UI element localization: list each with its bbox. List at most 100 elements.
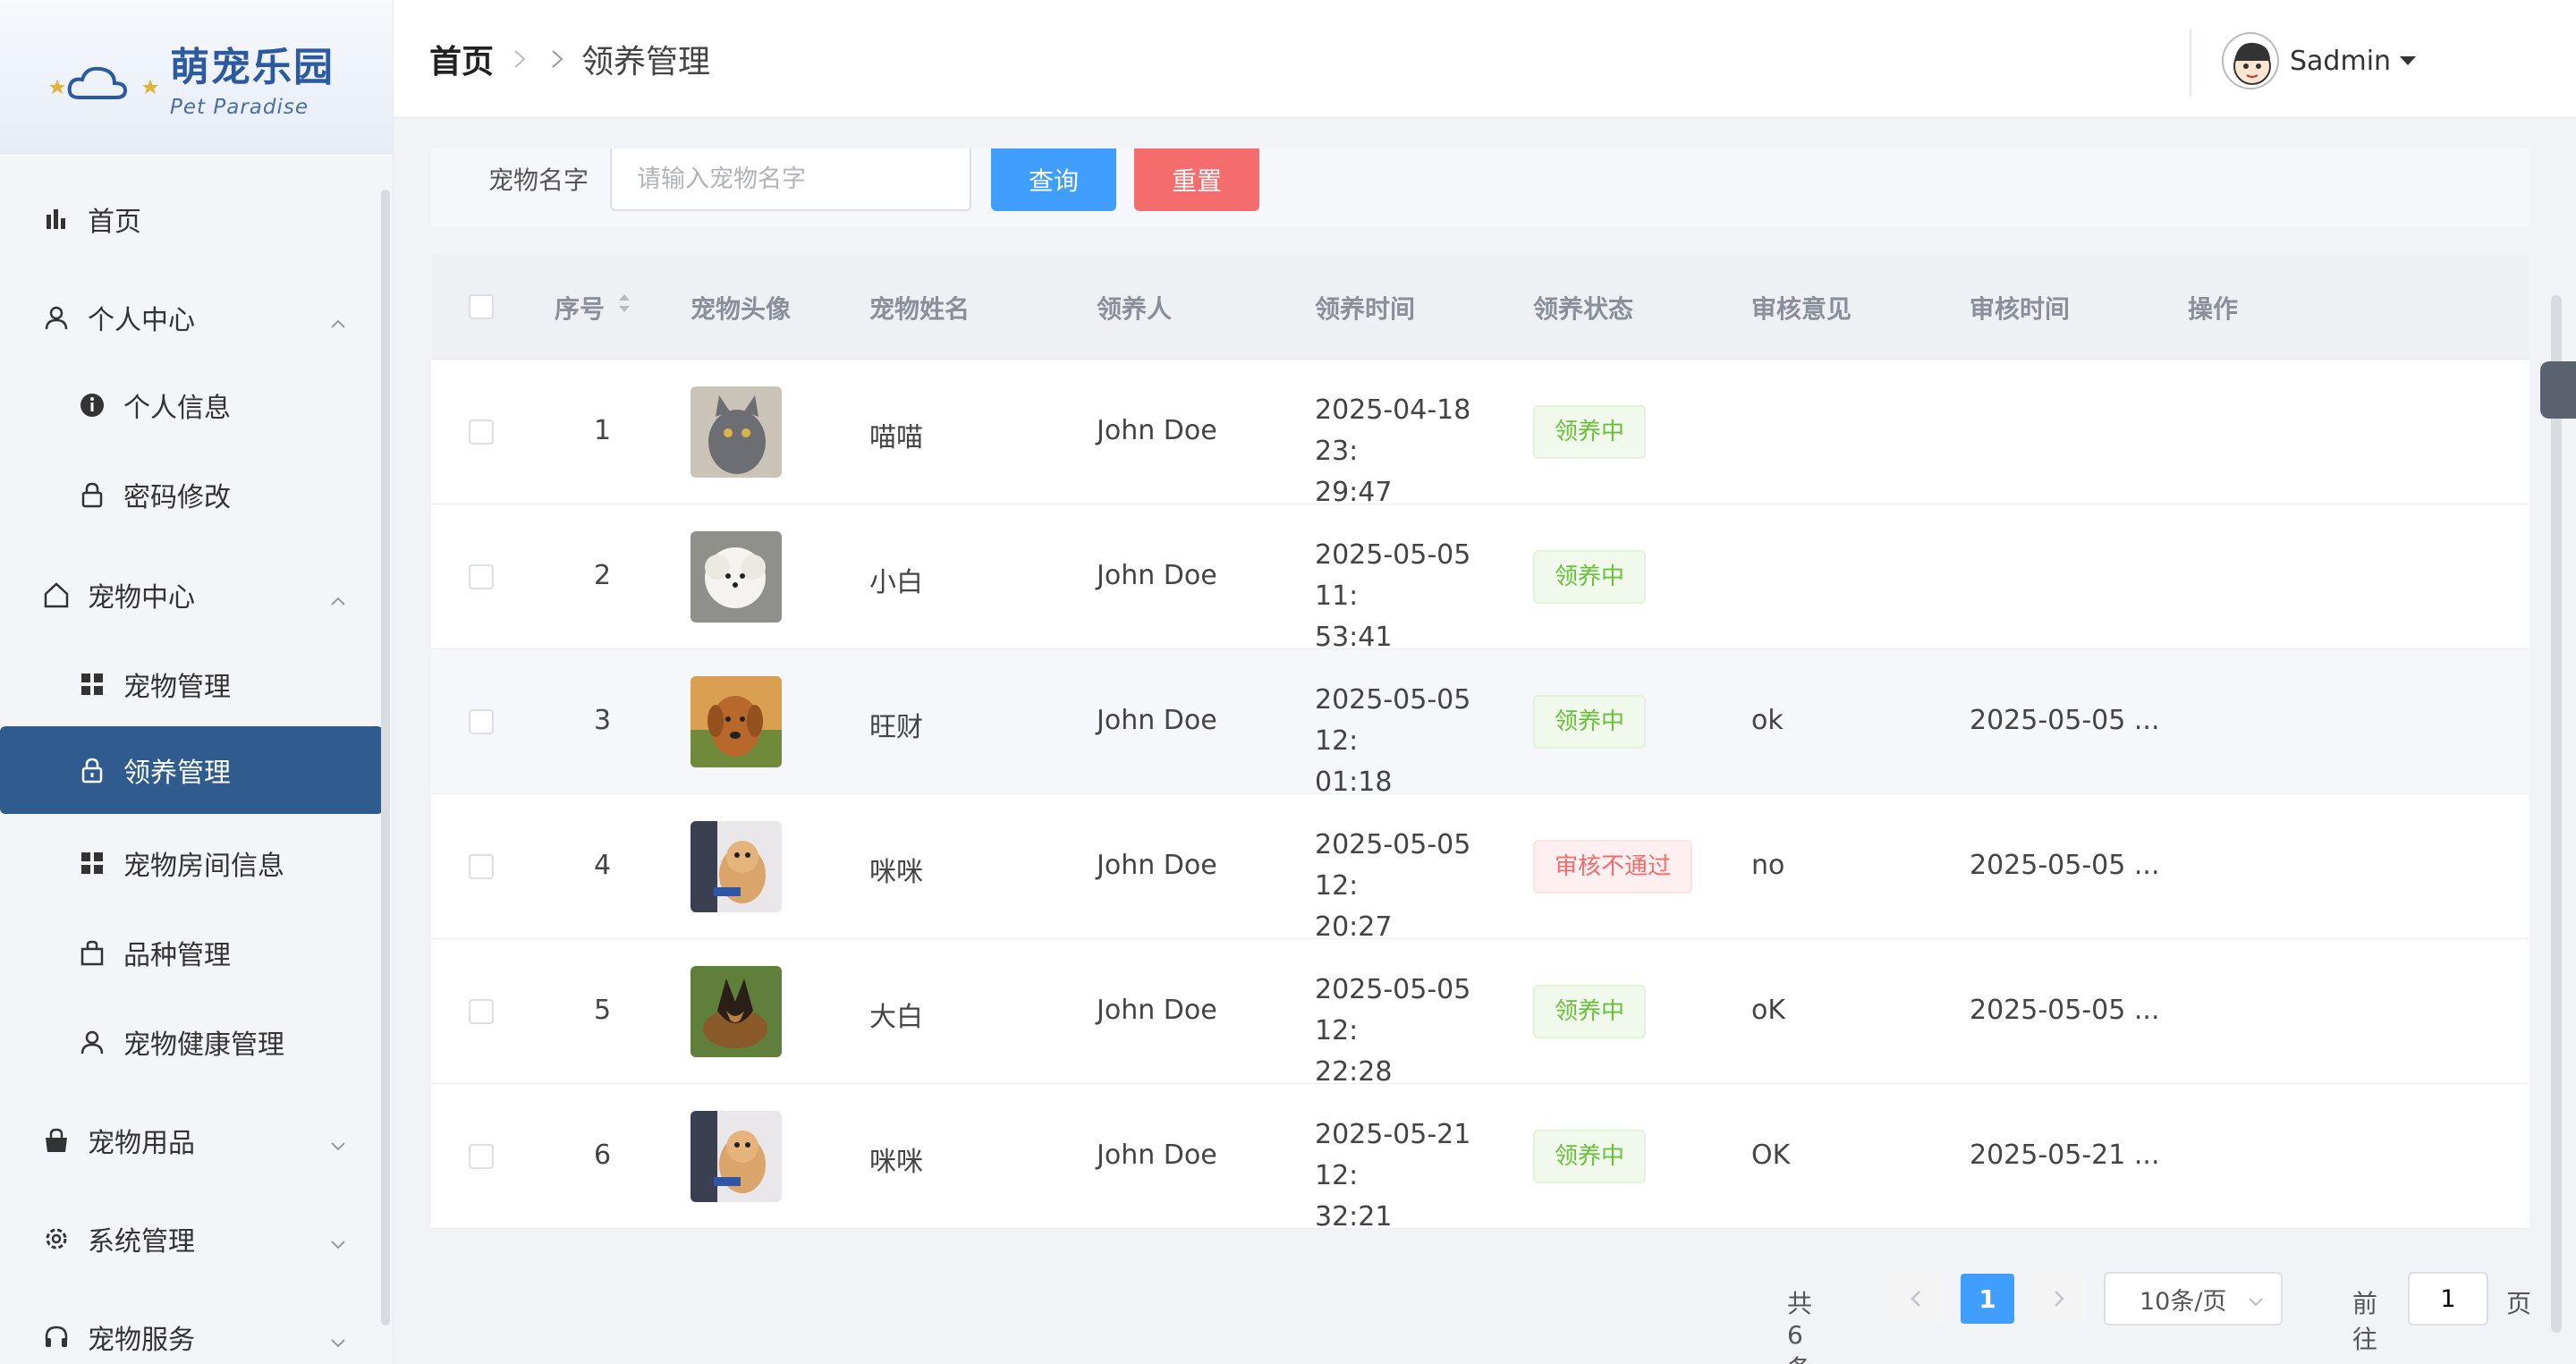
sidebar-item-health[interactable]: 宠物健康管理 bbox=[0, 998, 383, 1086]
pet-name: 咪咪 bbox=[869, 1147, 923, 1178]
breadcrumb-home[interactable]: 首页 bbox=[429, 36, 494, 82]
select-all-checkbox[interactable] bbox=[469, 294, 494, 319]
review-time: 2025-05-05 ... bbox=[1970, 705, 2160, 736]
sidebar-item-pet-service[interactable]: 宠物服务 bbox=[0, 1293, 383, 1364]
pet-avatar-image[interactable] bbox=[691, 821, 782, 912]
column-header-adopter: 领养人 bbox=[1097, 294, 1173, 324]
pet-avatar-image[interactable] bbox=[691, 531, 782, 623]
app-subtitle: Pet Paradise bbox=[170, 95, 309, 119]
search-panel: 宠物名字 查询 重置 bbox=[431, 148, 2529, 227]
adopt-time: 2025-05-21 12: 32:21 bbox=[1315, 1119, 1471, 1233]
sidebar-item-home[interactable]: 首页 bbox=[0, 175, 383, 263]
goto-unit: 页 bbox=[2506, 1289, 2532, 1318]
sidebar-item-adoption-manage[interactable]: 领养管理 bbox=[0, 726, 383, 814]
sidebar-item-label: 个人信息 bbox=[123, 393, 231, 424]
column-header-no[interactable]: 序号 bbox=[555, 290, 605, 326]
lock-icon bbox=[79, 757, 106, 784]
pet-avatar-image[interactable] bbox=[691, 386, 782, 478]
sidebar-item-password[interactable]: 密码修改 bbox=[0, 451, 383, 538]
cloud-logo-icon bbox=[43, 46, 168, 108]
adopter: John Doe bbox=[1097, 415, 1217, 446]
adopter: John Doe bbox=[1097, 560, 1217, 591]
pet-name: 小白 bbox=[869, 567, 923, 598]
chevron-down-icon bbox=[329, 1129, 347, 1160]
search-label: 宠物名字 bbox=[488, 165, 589, 195]
adopter: John Doe bbox=[1097, 1139, 1217, 1171]
pagination-total: 共 6 条 bbox=[1787, 1289, 1813, 1364]
row-checkbox[interactable] bbox=[469, 854, 494, 879]
logo[interactable]: 萌宠乐园 Pet Paradise bbox=[0, 0, 393, 154]
top-header: 首页 领养管理 Sadmin bbox=[394, 0, 2576, 118]
table-row: 5 大白 John Doe 2025-05-05 12: 22:28 领养中 oK… bbox=[431, 939, 2529, 1088]
pet-name: 喵喵 bbox=[869, 422, 923, 453]
review-opinion: OK bbox=[1751, 1139, 1791, 1171]
pet-avatar-image[interactable] bbox=[691, 966, 782, 1057]
row-checkbox[interactable] bbox=[469, 999, 494, 1024]
row-checkbox[interactable] bbox=[469, 709, 494, 734]
sidebar-item-breed[interactable]: 品种管理 bbox=[0, 909, 383, 996]
sort-icon[interactable] bbox=[615, 290, 633, 323]
review-time: 2025-05-21 ... bbox=[1970, 1139, 2160, 1171]
page-number-button[interactable]: 1 bbox=[1961, 1274, 2014, 1324]
row-checkbox[interactable] bbox=[469, 419, 494, 445]
chevron-down-icon bbox=[2247, 1290, 2265, 1317]
sidebar-scrollbar[interactable] bbox=[381, 190, 390, 1326]
user-menu[interactable]: Sadmin bbox=[2222, 32, 2417, 89]
page-size-value: 10条/页 bbox=[2140, 1287, 2227, 1316]
status-badge: 领养中 bbox=[1533, 985, 1647, 1038]
breadcrumb-current: 领养管理 bbox=[581, 43, 711, 80]
row-no: 3 bbox=[594, 705, 612, 736]
sidebar-item-pet-room[interactable]: 宠物房间信息 bbox=[0, 819, 383, 907]
status-badge: 领养中 bbox=[1533, 405, 1647, 459]
pet-avatar-image[interactable] bbox=[691, 1111, 782, 1202]
grid-icon bbox=[79, 671, 106, 698]
pet-name: 旺财 bbox=[869, 712, 923, 743]
chevron-down-icon bbox=[329, 1227, 347, 1258]
review-time: 2025-05-05 ... bbox=[1970, 995, 2160, 1026]
row-no: 1 bbox=[594, 415, 612, 446]
review-opinion: ok bbox=[1751, 705, 1784, 736]
sidebar-item-label: 个人中心 bbox=[88, 305, 195, 336]
query-button[interactable]: 查询 bbox=[991, 148, 1116, 211]
prev-page-button[interactable] bbox=[1889, 1274, 1943, 1324]
sidebar-item-pet-center[interactable]: 宠物中心 bbox=[0, 551, 383, 639]
table-row: 6 咪咪 John Doe 2025-05-21 12: 32:21 领养中 OK… bbox=[431, 1084, 2529, 1233]
sidebar-item-personal-info[interactable]: 个人信息 bbox=[0, 361, 383, 449]
sidebar-item-pet-supplies[interactable]: 宠物用品 bbox=[0, 1097, 383, 1184]
gear-icon bbox=[43, 1225, 70, 1252]
status-badge: 领养中 bbox=[1533, 695, 1647, 749]
settings-drawer-tab[interactable] bbox=[2540, 361, 2576, 419]
review-time: 2025-05-05 ... bbox=[1970, 850, 2160, 881]
avatar bbox=[2222, 32, 2279, 89]
adopter: John Doe bbox=[1097, 850, 1217, 881]
adopt-time: 2025-05-05 11: 53:41 bbox=[1315, 539, 1471, 653]
reset-button[interactable]: 重置 bbox=[1134, 148, 1259, 211]
bag-icon bbox=[79, 939, 106, 966]
sidebar-item-personal-center[interactable]: 个人中心 bbox=[0, 274, 383, 361]
pet-name: 大白 bbox=[869, 1002, 923, 1033]
status-badge: 领养中 bbox=[1533, 1130, 1647, 1183]
column-header-avatar: 宠物头像 bbox=[691, 294, 792, 324]
adopter: John Doe bbox=[1097, 995, 1217, 1026]
sidebar-item-label: 密码修改 bbox=[123, 482, 231, 513]
adopter: John Doe bbox=[1097, 705, 1217, 736]
page-size-select[interactable]: 10条/页 bbox=[2104, 1272, 2283, 1326]
caret-down-icon bbox=[2400, 56, 2417, 65]
adopt-time: 2025-04-18 23: 29:47 bbox=[1315, 394, 1471, 508]
row-checkbox[interactable] bbox=[469, 1144, 494, 1169]
row-checkbox[interactable] bbox=[469, 564, 494, 589]
sidebar: 萌宠乐园 Pet Paradise 首页 个人中心 个人信息 密码修改 宠物中心 bbox=[0, 0, 394, 1364]
sidebar-item-pet-manage[interactable]: 宠物管理 bbox=[0, 640, 383, 728]
row-no: 4 bbox=[594, 850, 612, 881]
main-scrollbar[interactable] bbox=[2551, 295, 2562, 1333]
goto-page-input[interactable] bbox=[2408, 1272, 2488, 1326]
next-page-button[interactable] bbox=[2032, 1274, 2086, 1324]
pet-avatar-image[interactable] bbox=[691, 676, 782, 767]
pet-name: 咪咪 bbox=[869, 857, 923, 888]
headset-icon bbox=[43, 1324, 70, 1351]
user-icon bbox=[43, 304, 70, 331]
pet-name-input[interactable] bbox=[610, 148, 971, 211]
sidebar-item-label: 首页 bbox=[88, 207, 141, 238]
sidebar-item-system[interactable]: 系统管理 bbox=[0, 1195, 383, 1283]
table-row: 4 咪咪 John Doe 2025-05-05 12: 20:27 审核不通过 … bbox=[431, 794, 2529, 943]
